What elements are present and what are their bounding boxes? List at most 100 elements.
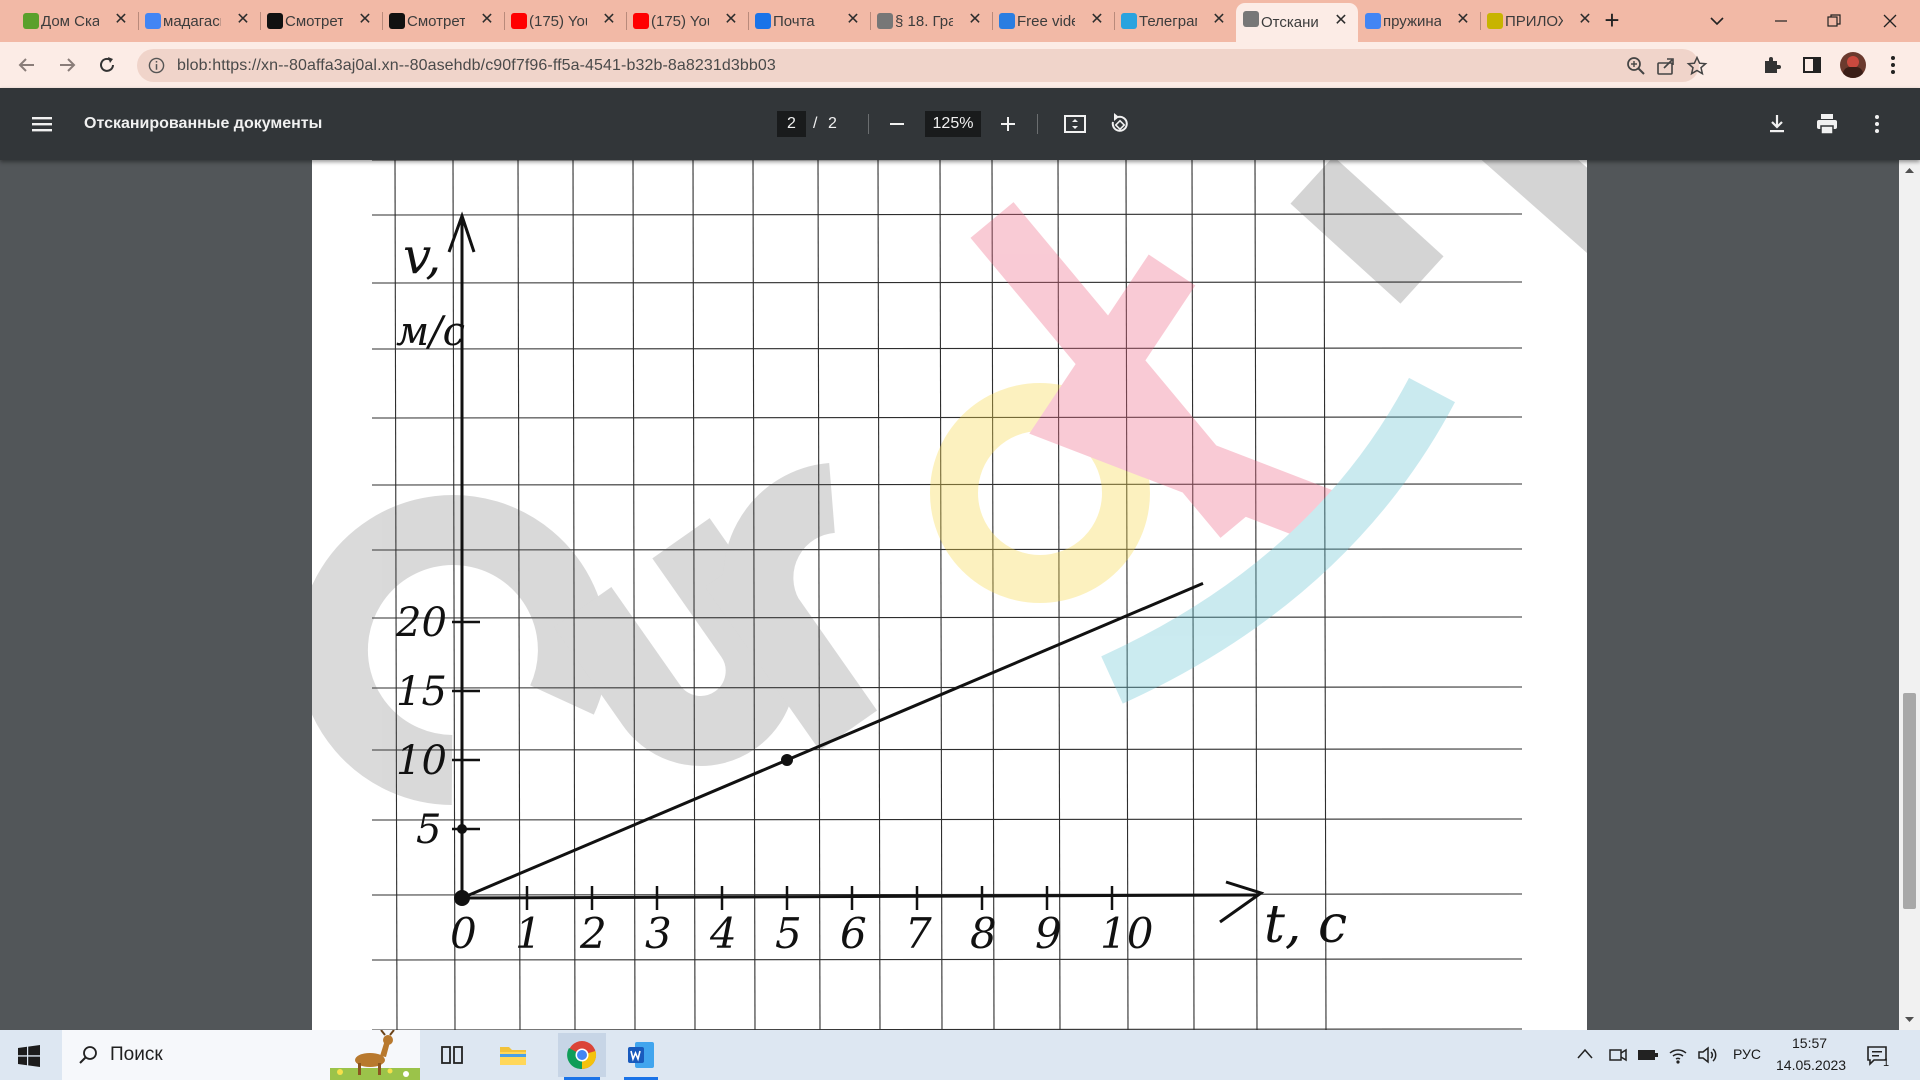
fit-page-icon[interactable] xyxy=(1061,110,1089,138)
side-panel-icon[interactable] xyxy=(1801,54,1823,76)
browser-tab[interactable]: § 18. Графики ✕ xyxy=(870,5,992,37)
back-button[interactable] xyxy=(12,50,42,80)
tab-search-button[interactable] xyxy=(1697,6,1737,36)
hamburger-menu-icon[interactable] xyxy=(28,110,56,138)
tab-strip: Дом Сказочного✕мадагаскар✕Смотреть✕Смотр… xyxy=(0,0,1920,42)
play-icon xyxy=(267,13,283,29)
grid-line-vertical xyxy=(877,160,881,1030)
browser-tab[interactable]: Смотреть ✕ xyxy=(260,5,382,37)
task-view-icon[interactable] xyxy=(436,1039,468,1071)
wifi-icon[interactable] xyxy=(1667,1044,1689,1066)
tab-separator xyxy=(504,12,505,30)
forward-button[interactable] xyxy=(52,50,82,80)
browser-tab[interactable]: мадагаскар ✕ xyxy=(138,5,260,37)
browser-tab[interactable]: Телеграм ✕ xyxy=(1114,5,1236,37)
power-icon xyxy=(999,13,1015,29)
page-number-input[interactable]: 2 xyxy=(777,111,806,137)
address-bar[interactable]: blob:https://xn--80affa3aj0al.xn--80aseh… xyxy=(137,49,1708,82)
tab-close-icon[interactable]: ✕ xyxy=(1332,12,1350,30)
close-window-button[interactable] xyxy=(1870,6,1910,36)
taskbar-search-box[interactable]: Поиск xyxy=(62,1030,420,1080)
tab-close-icon[interactable]: ✕ xyxy=(1454,11,1472,29)
restore-button[interactable] xyxy=(1814,6,1854,36)
browser-tab[interactable]: (175) YouTube ✕ xyxy=(504,5,626,37)
scroll-down-icon[interactable] xyxy=(1904,1016,1915,1024)
browser-tab[interactable]: Free video ✕ xyxy=(992,5,1114,37)
zoom-out-button[interactable] xyxy=(883,110,911,138)
pdf-scrollbar[interactable] xyxy=(1899,160,1920,1030)
browser-tab[interactable]: (175) YouTube ✕ xyxy=(626,5,748,37)
x-tick-label: 7 xyxy=(905,909,932,958)
tab-title: ПРИЛОЖЕНИЕ xyxy=(1505,12,1563,30)
pdf-viewport[interactable]: 0 1 2 3 4 5 6 7 8 9 10 5 10 15 20 v, м/с t, c xyxy=(0,160,1920,1030)
scroll-up-icon[interactable] xyxy=(1904,166,1915,174)
x-axis-arrow xyxy=(1219,880,1265,924)
zoom-in-button[interactable] xyxy=(994,110,1022,138)
x-tick-label: 2 xyxy=(579,909,607,958)
volume-icon[interactable] xyxy=(1696,1044,1718,1066)
tab-close-icon[interactable]: ✕ xyxy=(112,11,130,29)
chrome-taskbar-slot[interactable] xyxy=(558,1033,606,1080)
browser-tab[interactable]: ПРИЛОЖЕНИЕ ✕ xyxy=(1480,5,1602,37)
tab-title: § 18. Графики xyxy=(895,12,953,30)
browser-tab[interactable]: Дом Сказочного ✕ xyxy=(16,5,138,37)
tab-close-icon[interactable]: ✕ xyxy=(356,11,374,29)
browser-tab[interactable]: Почта ✕ xyxy=(748,5,870,37)
zoom-level-input[interactable]: 125% xyxy=(925,111,981,137)
share-icon[interactable] xyxy=(1655,55,1677,77)
data-point xyxy=(781,754,793,766)
download-icon[interactable] xyxy=(1763,110,1791,138)
search-label: Поиск xyxy=(110,1044,163,1065)
file-explorer-icon[interactable] xyxy=(497,1039,529,1071)
notification-count: 1 xyxy=(1883,1057,1890,1069)
reload-button[interactable] xyxy=(92,50,122,80)
toolbar-divider xyxy=(1037,114,1038,134)
tab-close-icon[interactable]: ✕ xyxy=(478,11,496,29)
tab-separator xyxy=(870,12,871,30)
tab-separator xyxy=(260,12,261,30)
meet-now-icon[interactable] xyxy=(1608,1045,1628,1065)
telegram-icon xyxy=(1121,13,1137,29)
watermark-color-shapes xyxy=(930,160,1654,704)
scrollbar-thumb[interactable] xyxy=(1903,693,1916,909)
grid-line-vertical xyxy=(817,160,821,1030)
star-icon[interactable] xyxy=(1686,55,1708,77)
chevron-up-icon[interactable] xyxy=(1577,1048,1593,1060)
browser-tab[interactable]: Отсканированные ✕ xyxy=(1236,3,1358,42)
info-icon[interactable] xyxy=(148,57,165,74)
windows-start-icon[interactable] xyxy=(18,1045,40,1067)
grid-line-horizontal xyxy=(371,347,1523,350)
menu-dots-icon[interactable] xyxy=(1882,54,1904,76)
zoom-icon[interactable] xyxy=(1625,55,1647,77)
new-tab-button[interactable]: + xyxy=(1597,6,1627,36)
battery-icon[interactable] xyxy=(1637,1046,1659,1064)
tab-close-icon[interactable]: ✕ xyxy=(722,11,740,29)
clock-time[interactable]: 15:57 xyxy=(1792,1035,1827,1051)
rotate-icon[interactable] xyxy=(1105,110,1133,138)
browser-tab[interactable]: Смотреть ✕ xyxy=(382,5,504,37)
puzzle-icon[interactable] xyxy=(1761,54,1783,76)
tab-close-icon[interactable]: ✕ xyxy=(234,11,252,29)
tab-title: пружина xyxy=(1383,12,1441,30)
x-tick-label: 1 xyxy=(515,909,542,958)
google-icon xyxy=(1365,13,1381,29)
tab-close-icon[interactable]: ✕ xyxy=(844,11,862,29)
pdf-toolbar: Отсканированные документы 2 / 2 125% xyxy=(0,88,1920,160)
language-indicator[interactable]: РУС xyxy=(1733,1046,1761,1062)
toolbar-divider xyxy=(868,114,869,134)
tab-separator xyxy=(626,12,627,30)
tab-close-icon[interactable]: ✕ xyxy=(600,11,618,29)
tab-close-icon[interactable]: ✕ xyxy=(966,11,984,29)
tab-close-icon[interactable]: ✕ xyxy=(1210,11,1228,29)
word-taskbar-slot[interactable] xyxy=(620,1033,662,1080)
tab-title: Смотреть xyxy=(285,12,343,30)
profile-avatar[interactable] xyxy=(1840,52,1866,78)
browser-tab[interactable]: пружина ✕ xyxy=(1358,5,1480,37)
tab-close-icon[interactable]: ✕ xyxy=(1576,11,1594,29)
more-options-icon[interactable] xyxy=(1863,110,1891,138)
clock-date[interactable]: 14.05.2023 xyxy=(1776,1057,1846,1073)
print-icon[interactable] xyxy=(1813,110,1841,138)
minimize-button[interactable] xyxy=(1761,6,1801,36)
tab-separator xyxy=(1480,12,1481,30)
tab-close-icon[interactable]: ✕ xyxy=(1088,11,1106,29)
